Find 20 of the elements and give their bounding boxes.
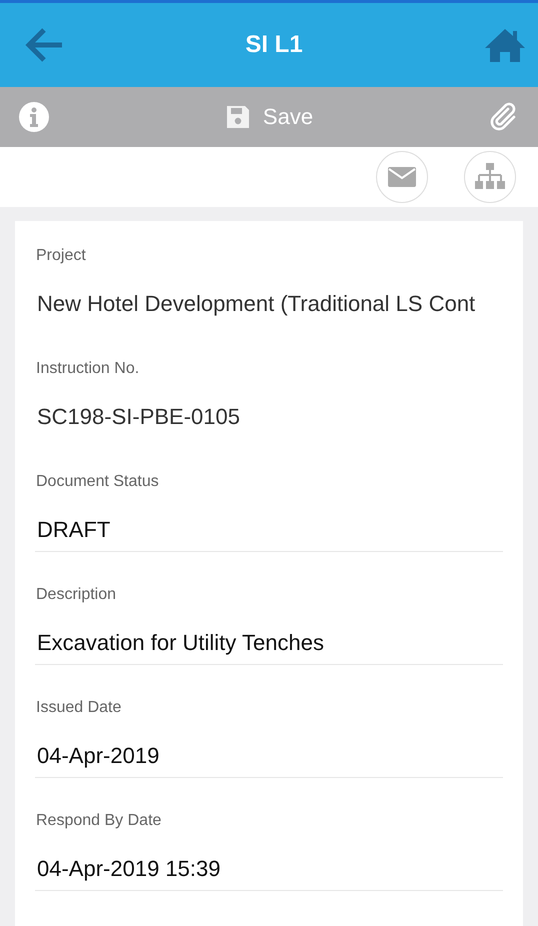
field-label: Instruction No. bbox=[36, 360, 140, 378]
screen-title: SI L1 bbox=[245, 31, 303, 59]
field-label: Respond By Date bbox=[36, 812, 162, 830]
info-icon[interactable] bbox=[18, 101, 50, 133]
field-value: SC198-SI-PBE-0105 bbox=[36, 403, 241, 431]
input-field[interactable]: 04-Apr-2019 bbox=[35, 739, 503, 778]
back-arrow-icon[interactable] bbox=[24, 27, 64, 63]
field-label: Project bbox=[36, 247, 87, 265]
home-icon[interactable] bbox=[484, 28, 526, 62]
field-value: New Hotel Development (Traditional LS Cont bbox=[36, 290, 476, 318]
input-field[interactable]: 04-Apr-2019 15:39 bbox=[35, 852, 503, 891]
org-chart-icon bbox=[474, 163, 506, 191]
field-label: Issued Date bbox=[36, 699, 122, 717]
input-field[interactable]: Excavation for Utility Tenches bbox=[35, 626, 503, 665]
field-label: Document Status bbox=[36, 473, 160, 491]
hierarchy-button[interactable] bbox=[464, 151, 516, 203]
field-label: Description bbox=[36, 586, 118, 604]
email-button[interactable] bbox=[376, 151, 428, 203]
input-field[interactable]: DRAFT bbox=[35, 513, 503, 552]
envelope-icon bbox=[388, 167, 416, 187]
